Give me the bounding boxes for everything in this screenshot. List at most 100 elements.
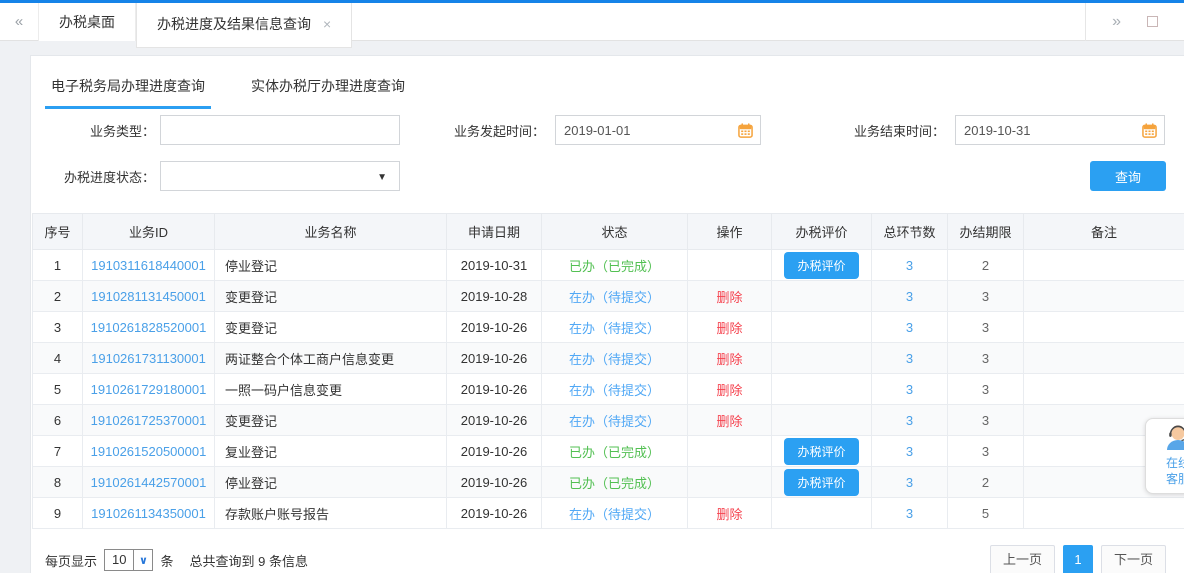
table-body: 1 1910311618440001 停业登记 2019-10-31 已办（已完… bbox=[33, 250, 1184, 529]
cell-action: 删除 bbox=[688, 312, 772, 343]
per-page-suffix: 条 bbox=[160, 551, 173, 570]
subtab-electronic-bureau[interactable]: 电子税务局办理进度查询 bbox=[45, 68, 211, 109]
cell-remark bbox=[1024, 281, 1184, 312]
business-type-label: 业务类型： bbox=[31, 121, 155, 140]
chevron-down-icon: ▼ bbox=[377, 172, 387, 183]
cell-total-steps[interactable]: 3 bbox=[872, 498, 948, 529]
cell-total-steps[interactable]: 3 bbox=[872, 343, 948, 374]
cell-evaluate: 办税评价 bbox=[772, 467, 872, 498]
cell-evaluate bbox=[772, 343, 872, 374]
cell-total-steps[interactable]: 3 bbox=[872, 312, 948, 343]
maximize-icon[interactable] bbox=[1147, 16, 1158, 27]
delete-link[interactable]: 删除 bbox=[716, 290, 742, 305]
table-row: 5 1910261729180001 一照一码户信息变更 2019-10-26 … bbox=[33, 374, 1184, 405]
main-panel: 电子税务局办理进度查询 实体办税厅办理进度查询 业务类型： 业务发起时间： 20… bbox=[30, 55, 1184, 573]
cell-status: 在办（待提交） bbox=[542, 498, 688, 529]
current-page-button[interactable]: 1 bbox=[1063, 545, 1093, 573]
tab-progress-query[interactable]: 办税进度及结果信息查询 × bbox=[136, 3, 352, 48]
cell-apply-date: 2019-10-26 bbox=[447, 343, 542, 374]
table-row: 3 1910261828520001 变更登记 2019-10-26 在办（待提… bbox=[33, 312, 1184, 343]
close-icon[interactable]: × bbox=[323, 3, 331, 46]
per-page-select[interactable]: 10 ∨ bbox=[104, 549, 153, 571]
column-header: 办结期限 bbox=[948, 214, 1024, 250]
cell-business-name: 变更登记 bbox=[215, 405, 447, 436]
column-header: 操作 bbox=[688, 214, 772, 250]
delete-link[interactable]: 删除 bbox=[716, 383, 742, 398]
cell-total-steps[interactable]: 3 bbox=[872, 436, 948, 467]
cell-business-id[interactable]: 1910281131450001 bbox=[83, 281, 215, 312]
end-time-input[interactable]: 2019-10-31 bbox=[955, 115, 1165, 145]
cell-business-name: 两证整合个体工商户信息变更 bbox=[215, 343, 447, 374]
end-time-value: 2019-10-31 bbox=[964, 123, 1031, 138]
cell-apply-date: 2019-10-26 bbox=[447, 436, 542, 467]
delete-link[interactable]: 删除 bbox=[716, 414, 742, 429]
cell-action bbox=[688, 250, 772, 281]
cell-action bbox=[688, 467, 772, 498]
column-header: 状态 bbox=[542, 214, 688, 250]
cell-status: 已办（已完成） bbox=[542, 250, 688, 281]
cell-status: 在办（待提交） bbox=[542, 405, 688, 436]
cell-total-steps[interactable]: 3 bbox=[872, 405, 948, 436]
cell-apply-date: 2019-10-28 bbox=[447, 281, 542, 312]
table-header-row: 序号业务ID业务名称申请日期状态操作办税评价总环节数办结期限备注 bbox=[33, 214, 1184, 250]
cell-action: 删除 bbox=[688, 374, 772, 405]
cell-apply-date: 2019-10-26 bbox=[447, 467, 542, 498]
end-time-label: 业务结束时间： bbox=[845, 121, 945, 140]
select-arrow-icon: ∨ bbox=[133, 550, 152, 570]
service-label-line1: 在线 bbox=[1150, 455, 1184, 471]
next-page-button[interactable]: 下一页 bbox=[1101, 545, 1166, 573]
cell-status: 在办（待提交） bbox=[542, 312, 688, 343]
cell-total-steps[interactable]: 3 bbox=[872, 467, 948, 498]
column-header: 业务ID bbox=[83, 214, 215, 250]
cell-total-steps[interactable]: 3 bbox=[872, 374, 948, 405]
cell-business-id[interactable]: 1910261520500001 bbox=[83, 436, 215, 467]
cell-total-steps[interactable]: 3 bbox=[872, 250, 948, 281]
delete-link[interactable]: 删除 bbox=[716, 507, 742, 522]
column-header: 序号 bbox=[33, 214, 83, 250]
cell-seq: 1 bbox=[33, 250, 83, 281]
cell-business-id[interactable]: 1910311618440001 bbox=[83, 250, 215, 281]
table-row: 1 1910311618440001 停业登记 2019-10-31 已办（已完… bbox=[33, 250, 1184, 281]
table-row: 8 1910261442570001 停业登记 2019-10-26 已办（已完… bbox=[33, 467, 1184, 498]
cell-seq: 3 bbox=[33, 312, 83, 343]
cell-business-id[interactable]: 1910261134350001 bbox=[83, 498, 215, 529]
cell-business-id[interactable]: 1910261442570001 bbox=[83, 467, 215, 498]
business-type-input[interactable] bbox=[160, 115, 400, 145]
evaluate-button[interactable]: 办税评价 bbox=[784, 438, 858, 465]
collapse-tabs-icon[interactable]: « bbox=[0, 13, 38, 30]
start-time-label: 业务发起时间： bbox=[445, 121, 545, 140]
cell-business-id[interactable]: 1910261725370001 bbox=[83, 405, 215, 436]
delete-link[interactable]: 删除 bbox=[716, 321, 742, 336]
cell-evaluate bbox=[772, 312, 872, 343]
cell-evaluate bbox=[772, 498, 872, 529]
evaluate-button[interactable]: 办税评价 bbox=[784, 252, 858, 279]
calendar-icon[interactable] bbox=[738, 123, 753, 141]
calendar-icon[interactable] bbox=[1142, 123, 1157, 141]
start-time-input[interactable]: 2019-01-01 bbox=[555, 115, 761, 145]
online-service-widget[interactable]: 在线 客服 bbox=[1145, 418, 1184, 494]
progress-status-select[interactable]: ▼ bbox=[160, 161, 400, 191]
total-count-text: 总共查询到 9 条信息 bbox=[190, 551, 308, 570]
cell-business-id[interactable]: 1910261828520001 bbox=[83, 312, 215, 343]
tab-tax-desktop[interactable]: 办税桌面 bbox=[38, 3, 136, 41]
cell-evaluate bbox=[772, 281, 872, 312]
column-header: 办税评价 bbox=[772, 214, 872, 250]
cell-business-name: 变更登记 bbox=[215, 281, 447, 312]
tab-bar-right-controls: » bbox=[1085, 3, 1184, 41]
cell-evaluate bbox=[772, 374, 872, 405]
expand-tabs-icon[interactable]: » bbox=[1086, 13, 1147, 31]
evaluate-button[interactable]: 办税评价 bbox=[784, 469, 858, 496]
prev-page-button[interactable]: 上一页 bbox=[990, 545, 1055, 573]
cell-business-id[interactable]: 1910261729180001 bbox=[83, 374, 215, 405]
delete-link[interactable]: 删除 bbox=[716, 352, 742, 367]
cell-deadline: 3 bbox=[948, 312, 1024, 343]
cell-business-id[interactable]: 1910261731130001 bbox=[83, 343, 215, 374]
subtab-physical-hall[interactable]: 实体办税厅办理进度查询 bbox=[245, 68, 411, 109]
query-button[interactable]: 查询 bbox=[1090, 161, 1166, 191]
table-footer: 每页显示 10 ∨ 条 总共查询到 9 条信息 上一页 1 下一页 bbox=[45, 545, 1166, 573]
cell-seq: 4 bbox=[33, 343, 83, 374]
cell-total-steps[interactable]: 3 bbox=[872, 281, 948, 312]
cell-business-name: 复业登记 bbox=[215, 436, 447, 467]
cell-seq: 7 bbox=[33, 436, 83, 467]
table-row: 9 1910261134350001 存款账户账号报告 2019-10-26 在… bbox=[33, 498, 1184, 529]
